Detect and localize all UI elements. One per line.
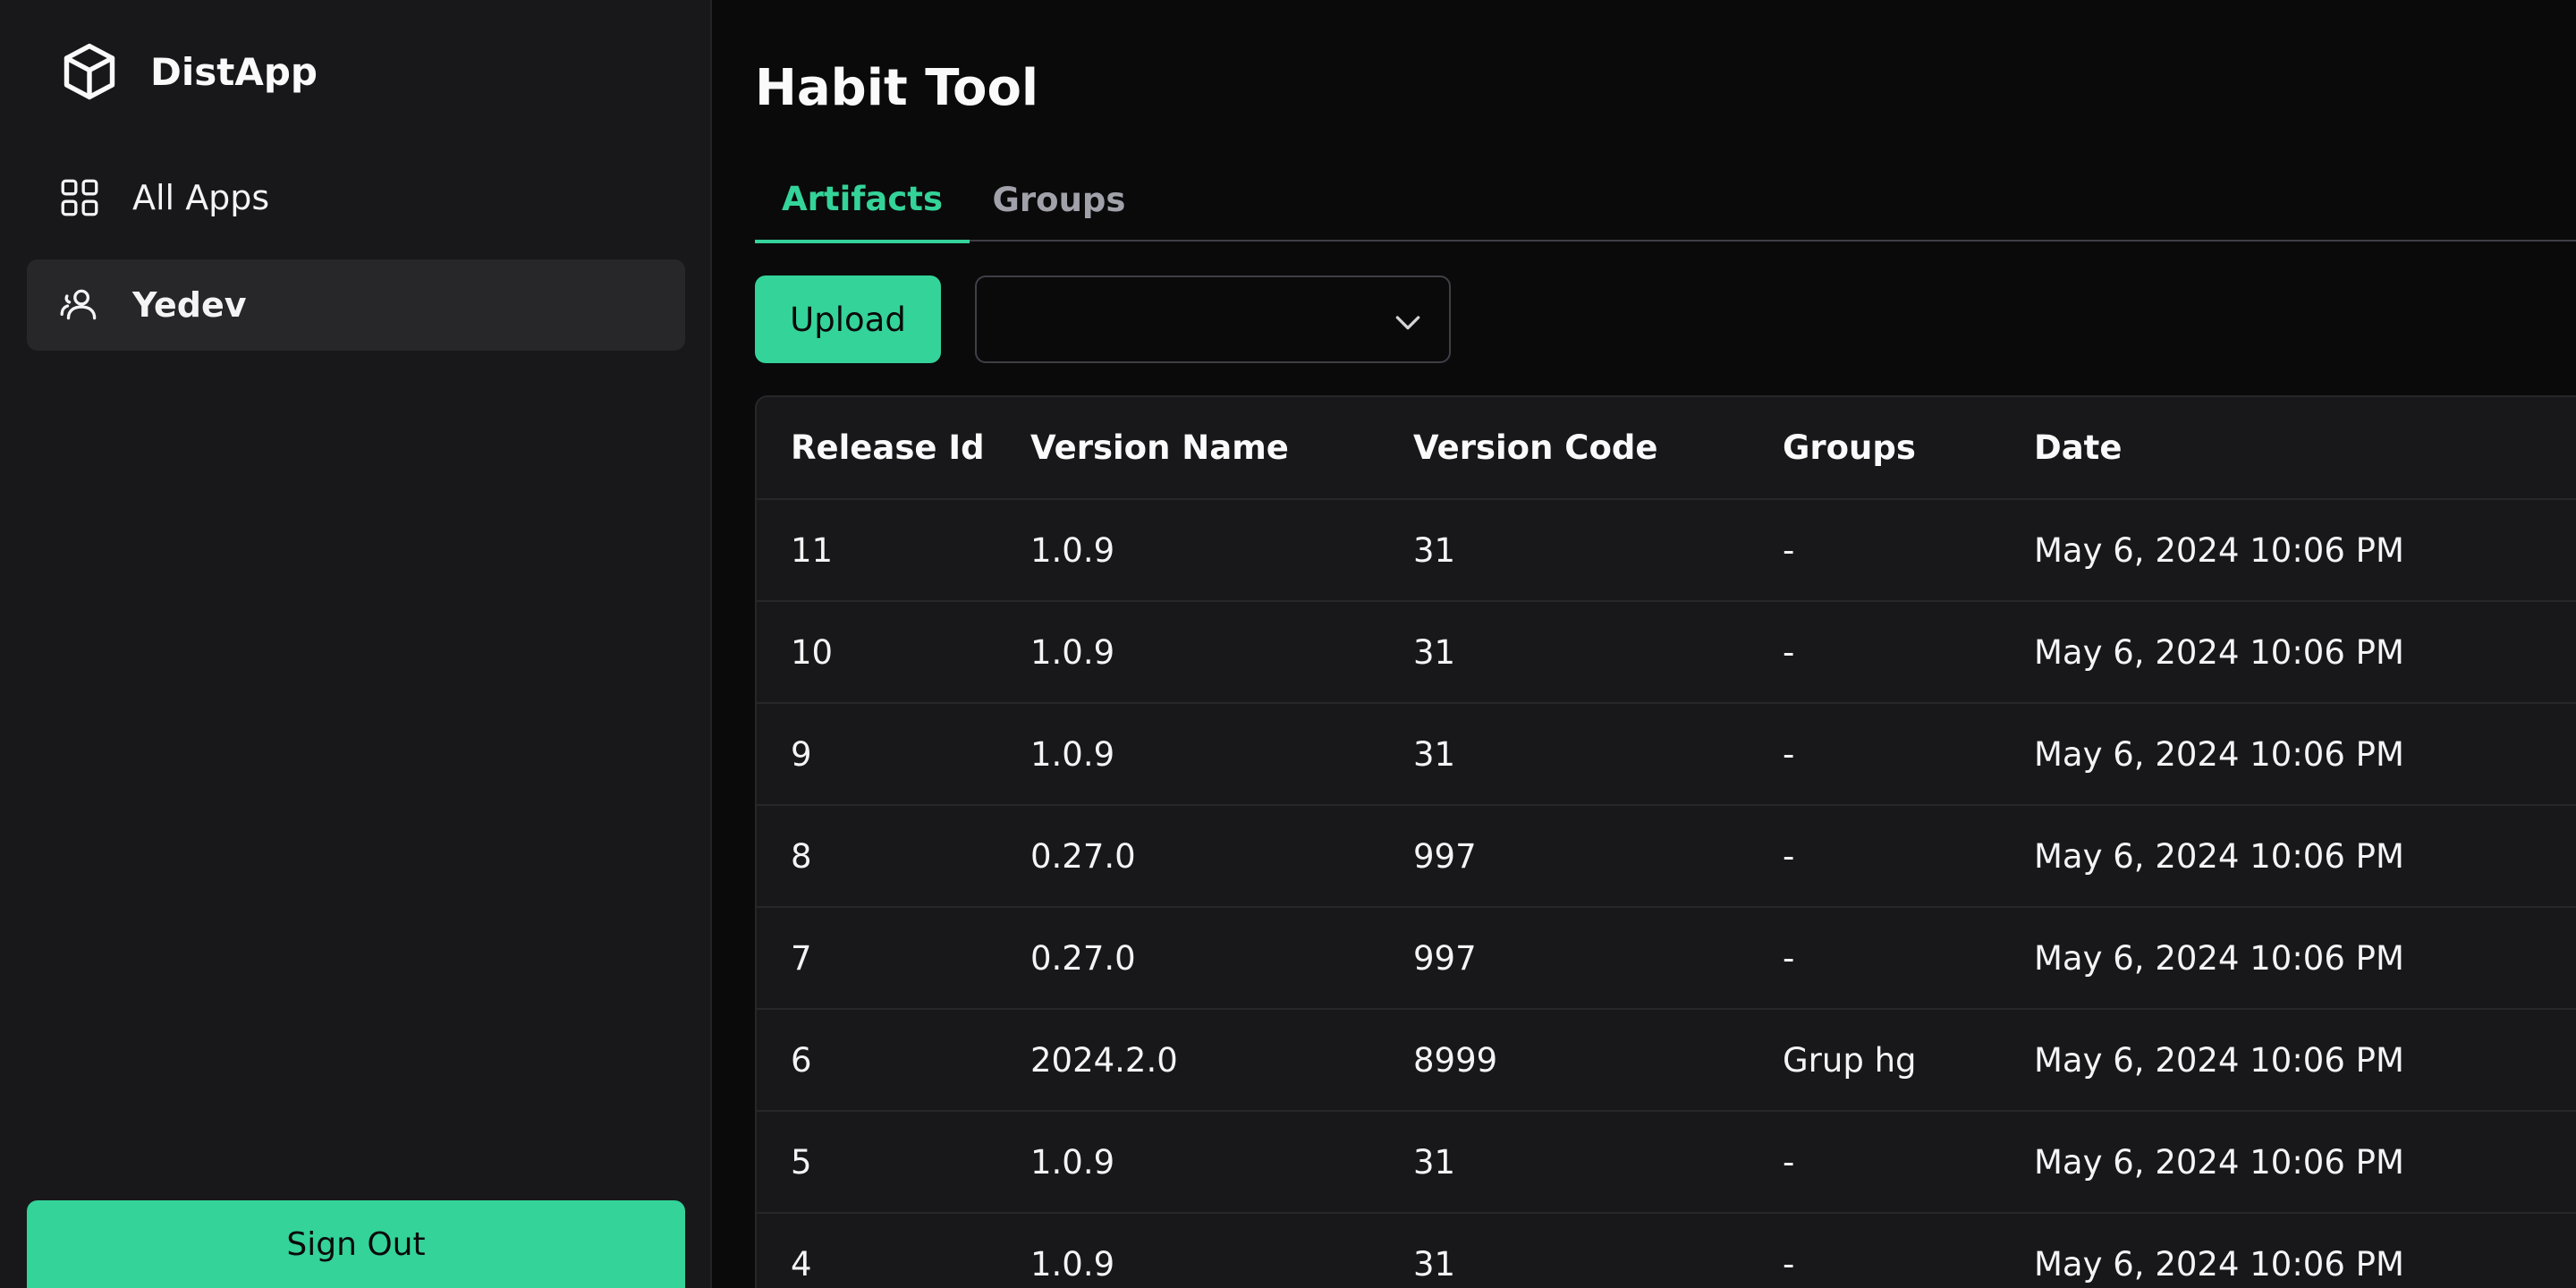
cell-version-name: 0.27.0 — [1030, 906, 1413, 1009]
table-row[interactable]: 8 0.27.0 997- May 6, 2024 10:06 PM — [757, 804, 2576, 907]
column-header-release-id[interactable]: Release Id — [757, 397, 1030, 499]
cell-version-name: 2024.2.0 — [1030, 1008, 1413, 1111]
cell-groups: - — [1783, 1212, 2034, 1288]
chevron-down-icon — [1395, 316, 1420, 330]
cell-groups: - — [1783, 1110, 2034, 1213]
cell-date: May 6, 2024 10:06 PM — [2034, 498, 2576, 601]
cell-release-id: 10 — [757, 600, 1030, 703]
cell-version-name: 1.0.9 — [1030, 600, 1413, 703]
upload-button[interactable]: Upload — [755, 275, 941, 363]
table-row[interactable]: 6 2024.2.0 8999 Grup hg May 6, 2024 10:06 PM — [757, 1008, 2576, 1111]
main-content: Habit Tool Artifacts Groups Upload Relea… — [712, 0, 2576, 1288]
table-row[interactable]: 9 1.0.9 31- May 6, 2024 10:06 PM — [757, 702, 2576, 805]
cell-release-id: 8 — [757, 804, 1030, 907]
cell-date: May 6, 2024 10:06 PM — [2034, 702, 2576, 805]
cell-groups: - — [1783, 906, 2034, 1009]
tab-groups[interactable]: Groups — [970, 157, 1148, 242]
sidebar-item-all-apps[interactable]: All Apps — [27, 152, 685, 243]
cell-version-name: 1.0.9 — [1030, 702, 1413, 805]
brand-name: DistApp — [150, 49, 318, 94]
cell-groups: - — [1783, 702, 2034, 805]
releases-table-container: Release Id Version Name Version Code Gro… — [755, 395, 2576, 1288]
cell-version-code: 997 — [1413, 906, 1783, 1009]
cell-release-id: 7 — [757, 906, 1030, 1009]
brand[interactable]: DistApp — [57, 39, 318, 104]
cell-version-code: 997 — [1413, 804, 1783, 907]
cell-release-id: 9 — [757, 702, 1030, 805]
sidebar-item-label: Yedev — [132, 285, 247, 325]
cell-version-name: 1.0.9 — [1030, 1212, 1413, 1288]
cell-groups: Grup hg — [1783, 1008, 2034, 1111]
column-header-version-code[interactable]: Version Code — [1413, 397, 1783, 499]
sidebar-item-label: All Apps — [132, 178, 270, 217]
table-row[interactable]: 5 1.0.9 31- May 6, 2024 10:06 PM — [757, 1110, 2576, 1213]
sidebar: DistApp All Apps Yedev Sign Out — [0, 0, 712, 1288]
cube-icon — [64, 43, 115, 100]
column-header-version-name[interactable]: Version Name — [1030, 397, 1413, 499]
cell-version-code: 31 — [1413, 600, 1783, 703]
cell-version-code: 31 — [1413, 1212, 1783, 1288]
cell-version-name: 1.0.9 — [1030, 1110, 1413, 1213]
cell-release-id: 6 — [757, 1008, 1030, 1111]
cell-version-code: 31 — [1413, 498, 1783, 601]
cell-date: May 6, 2024 10:06 PM — [2034, 906, 2576, 1009]
tab-bar: Artifacts Groups — [755, 157, 2576, 243]
table-header-row: Release Id Version Name Version Code Gro… — [757, 397, 2576, 499]
cell-version-code: 31 — [1413, 702, 1783, 805]
cell-version-code: 31 — [1413, 1110, 1783, 1213]
table-row[interactable]: 7 0.27.0 997- May 6, 2024 10:06 PM — [757, 906, 2576, 1009]
group-filter-select[interactable] — [975, 275, 1451, 363]
table-row[interactable]: 11 1.0.9 31- May 6, 2024 10:06 PM — [757, 498, 2576, 601]
cell-version-name: 0.27.0 — [1030, 804, 1413, 907]
cell-groups: - — [1783, 498, 2034, 601]
users-icon — [60, 289, 97, 320]
cell-groups: - — [1783, 804, 2034, 907]
releases-table: Release Id Version Name Version Code Gro… — [757, 397, 2576, 1288]
cell-release-id: 5 — [757, 1110, 1030, 1213]
toolbar: Upload — [755, 275, 1451, 363]
app-root: DistApp All Apps Yedev Sign Out Habit To… — [0, 0, 2576, 1288]
cell-date: May 6, 2024 10:06 PM — [2034, 1212, 2576, 1288]
table-row[interactable]: 10 1.0.9 31- May 6, 2024 10:06 PM — [757, 600, 2576, 703]
cell-date: May 6, 2024 10:06 PM — [2034, 804, 2576, 907]
column-header-date[interactable]: Date — [2034, 397, 2576, 499]
page-title: Habit Tool — [755, 59, 1039, 117]
grid-icon — [61, 179, 98, 216]
cell-date: May 6, 2024 10:06 PM — [2034, 1110, 2576, 1213]
column-header-groups[interactable]: Groups — [1783, 397, 2034, 499]
table-body: 11 1.0.9 31- May 6, 2024 10:06 PM 10 1.0.9 31-… — [757, 498, 2576, 1288]
cell-date: May 6, 2024 10:06 PM — [2034, 600, 2576, 703]
cell-date: May 6, 2024 10:06 PM — [2034, 1008, 2576, 1111]
tab-artifacts[interactable]: Artifacts — [755, 157, 970, 243]
cell-version-name: 1.0.9 — [1030, 498, 1413, 601]
cell-release-id: 11 — [757, 498, 1030, 601]
table-row[interactable]: 4 1.0.9 31- May 6, 2024 10:06 PM — [757, 1212, 2576, 1288]
sidebar-item-yedev[interactable]: Yedev — [27, 259, 685, 351]
sign-out-button[interactable]: Sign Out — [27, 1200, 685, 1288]
cell-release-id: 4 — [757, 1212, 1030, 1288]
cell-version-code: 8999 — [1413, 1008, 1783, 1111]
cell-groups: - — [1783, 600, 2034, 703]
